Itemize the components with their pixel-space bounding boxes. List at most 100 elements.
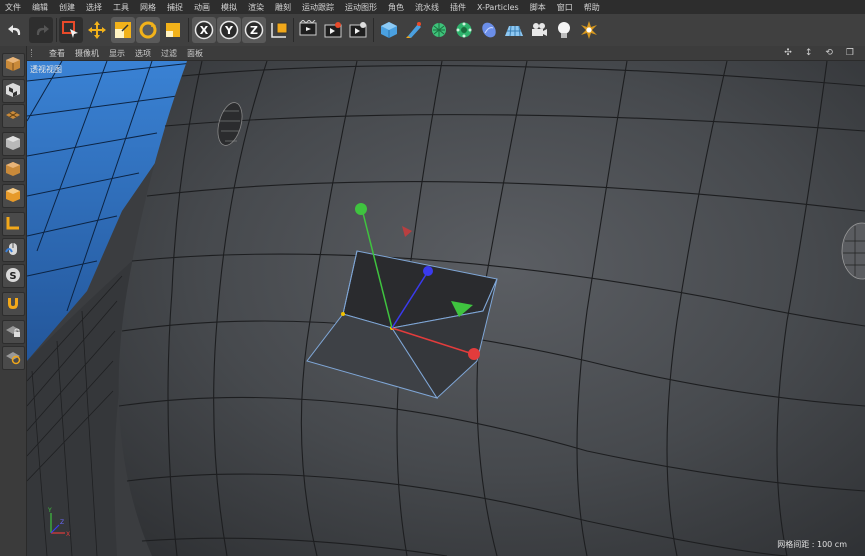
snap-s-icon: S <box>6 268 20 282</box>
svg-text:Z: Z <box>60 519 64 526</box>
render-to-picture-viewer-button[interactable] <box>321 17 345 43</box>
axis-mode-button[interactable] <box>2 212 25 236</box>
array-icon <box>456 22 472 38</box>
menu-item-10[interactable]: 雕刻 <box>270 2 297 13</box>
magnet-snap-button[interactable] <box>2 292 25 316</box>
animation-mode-button[interactable] <box>2 184 25 208</box>
menu-item-7[interactable]: 动画 <box>189 2 216 13</box>
menu-item-17[interactable]: 脚本 <box>525 2 552 13</box>
menu-item-6[interactable]: 捕捉 <box>162 2 189 13</box>
menu-item-14[interactable]: 流水线 <box>410 2 445 13</box>
deformer-button[interactable] <box>477 17 501 43</box>
svg-text:Z: Z <box>250 24 258 37</box>
pen-tool-button[interactable] <box>402 17 426 43</box>
render-view-button[interactable] <box>296 17 320 43</box>
menu-item-0[interactable]: 文件 <box>0 2 27 13</box>
menu-item-9[interactable]: 渲染 <box>243 2 270 13</box>
select-tool-button[interactable] <box>59 17 83 43</box>
make-editable-button[interactable] <box>2 53 25 77</box>
world-axis-indicator: Y Z X <box>47 507 70 538</box>
menu-item-4[interactable]: 工具 <box>108 2 135 13</box>
menu-item-1[interactable]: 编辑 <box>27 2 54 13</box>
camera-icon <box>532 23 547 36</box>
rotate-tool-button[interactable] <box>136 17 160 43</box>
render-settings-button[interactable] <box>346 17 370 43</box>
y-axis-lock-button[interactable]: Y <box>217 17 241 43</box>
menu-item-16[interactable]: X-Particles <box>472 3 525 12</box>
x-axis-icon: X <box>194 20 214 40</box>
viewport-menu-camera[interactable]: 摄像机 <box>70 48 104 59</box>
pen-icon <box>406 22 421 38</box>
recent-tool-button[interactable] <box>161 17 185 43</box>
z-axis-lock-button[interactable]: Z <box>242 17 266 43</box>
z-handle[interactable] <box>423 266 433 276</box>
x-axis-lock-button[interactable]: X <box>192 17 216 43</box>
scale-tool-button[interactable] <box>111 17 135 43</box>
tweak-mode-button[interactable] <box>2 238 25 262</box>
svg-text:Y: Y <box>224 24 234 37</box>
grid-refresh-icon <box>6 352 21 365</box>
deformer-icon <box>482 22 496 38</box>
workplane-mode-button[interactable] <box>2 104 25 128</box>
x-handle[interactable] <box>468 348 480 360</box>
scene-object-button[interactable] <box>577 17 601 43</box>
viewport-label: 透视视图 <box>30 65 62 74</box>
coordinate-system-button[interactable] <box>267 17 291 43</box>
floor-button[interactable] <box>502 17 526 43</box>
render-picture-queue-icon <box>324 22 342 38</box>
menu-item-15[interactable]: 插件 <box>445 2 472 13</box>
menu-bar: 文件 编辑 创建 选择 工具 网格 捕捉 动画 模拟 渲染 雕刻 运动跟踪 运动图形 角色 流水线 插件 X-P… <box>0 0 865 14</box>
viewport-menu-display[interactable]: 显示 <box>104 48 130 59</box>
subdivision-surface-button[interactable] <box>427 17 451 43</box>
planar-workplane-button[interactable] <box>2 346 25 370</box>
viewport-maximize-icon[interactable]: ❐ <box>841 48 859 58</box>
move-tool-button[interactable] <box>85 17 109 43</box>
scene-icon <box>581 21 597 39</box>
subdivide-icon <box>432 23 446 37</box>
undo-button[interactable] <box>4 17 28 43</box>
light-button[interactable] <box>552 17 576 43</box>
menu-item-2[interactable]: 创建 <box>54 2 81 13</box>
viewport-menu-filter[interactable]: 过滤 <box>156 48 182 59</box>
viewport-move-icon[interactable]: ✣ <box>779 48 797 58</box>
camera-button[interactable] <box>527 17 551 43</box>
menu-item-12[interactable]: 运动图形 <box>340 2 383 13</box>
axis-l-icon <box>6 217 19 230</box>
perspective-viewport[interactable] <box>27 61 865 556</box>
object-mode-button[interactable] <box>2 158 25 182</box>
viewport-rotate-icon[interactable]: ⟲ <box>820 48 838 58</box>
move-icon <box>88 21 106 39</box>
viewport-menu-view[interactable]: 查看 <box>44 48 70 59</box>
lock-grid-icon <box>6 326 20 337</box>
y-handle[interactable] <box>355 203 367 215</box>
menu-item-18[interactable]: 窗口 <box>552 2 579 13</box>
redo-button[interactable] <box>29 17 53 43</box>
menu-item-13[interactable]: 角色 <box>383 2 410 13</box>
menu-item-5[interactable]: 网格 <box>135 2 162 13</box>
main-toolbar: X Y Z <box>0 14 865 47</box>
select-icon <box>62 21 78 38</box>
menu-item-3[interactable]: 选择 <box>81 2 108 13</box>
add-cube-button[interactable] <box>377 17 401 43</box>
menu-item-8[interactable]: 模拟 <box>216 2 243 13</box>
viewport-menu-options[interactable]: 选项 <box>130 48 156 59</box>
panel-grip[interactable] <box>31 49 40 57</box>
cube-edit-icon <box>6 57 20 71</box>
snap-button[interactable]: S <box>2 264 25 288</box>
grid-spacing-readout: 网格间距 : 100 cm <box>777 540 847 549</box>
menu-item-19[interactable]: 帮助 <box>579 2 606 13</box>
grid-plane-icon <box>6 111 20 119</box>
svg-text:X: X <box>66 531 70 538</box>
coordinate-system-icon <box>271 22 288 38</box>
viewport-menu-panel[interactable]: 面板 <box>182 48 208 59</box>
viewport-scene <box>27 61 865 556</box>
svg-text:Y: Y <box>47 507 52 514</box>
model-mode-button[interactable] <box>2 132 25 156</box>
array-button[interactable] <box>452 17 476 43</box>
lock-workplane-button[interactable] <box>2 320 25 344</box>
redo-icon <box>36 25 49 35</box>
viewport-dolly-icon[interactable]: ↕ <box>800 48 818 58</box>
menu-item-11[interactable]: 运动跟踪 <box>297 2 340 13</box>
texture-mode-button[interactable] <box>2 79 25 103</box>
scale-icon <box>115 22 131 38</box>
